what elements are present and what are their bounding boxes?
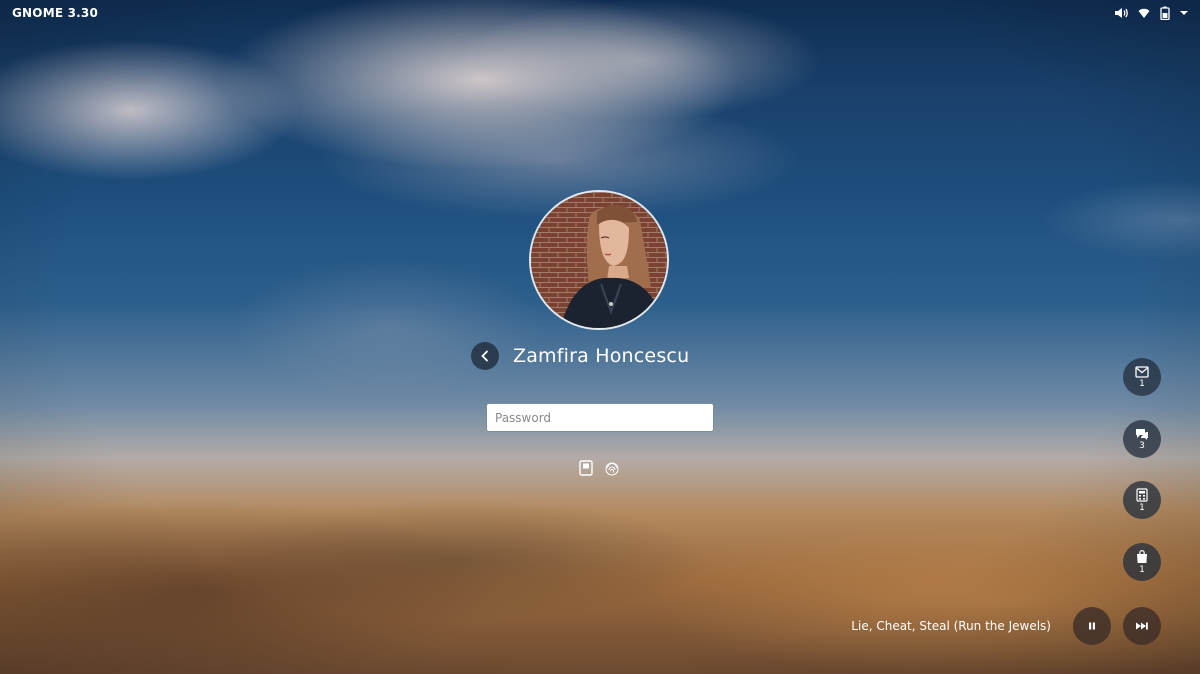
notification-count: 3 xyxy=(1139,440,1145,451)
lock-screen: GNOME 3.30 Zamfira Honcescu 1 3 1 1 Lie,… xyxy=(0,0,1200,674)
store-bag-icon xyxy=(1137,549,1147,563)
user-avatar-photo xyxy=(531,192,667,328)
track-title: Lie, Cheat, Steal (Run the Jewels) xyxy=(851,619,1051,633)
mail-icon xyxy=(1135,365,1149,378)
notification-count: 1 xyxy=(1139,378,1145,389)
top-bar: GNOME 3.30 xyxy=(0,0,1200,28)
notification-chat[interactable]: 3 xyxy=(1123,420,1161,458)
fingerprint-icon[interactable] xyxy=(605,461,619,480)
calculator-icon xyxy=(1136,487,1148,502)
battery-icon[interactable] xyxy=(1160,6,1170,20)
wifi-icon[interactable] xyxy=(1138,7,1150,19)
auth-methods xyxy=(579,460,619,480)
password-field[interactable] xyxy=(486,403,714,432)
system-status-area[interactable] xyxy=(1114,6,1188,20)
pause-button[interactable] xyxy=(1073,607,1111,645)
notification-store[interactable]: 1 xyxy=(1123,543,1161,581)
user-row: Zamfira Honcescu xyxy=(471,342,689,370)
media-controls: Lie, Cheat, Steal (Run the Jewels) xyxy=(851,607,1161,645)
notification-count: 1 xyxy=(1139,564,1145,575)
username-label: Zamfira Honcescu xyxy=(513,345,690,367)
pause-icon xyxy=(1089,622,1095,630)
avatar xyxy=(529,190,669,330)
back-button[interactable] xyxy=(471,342,499,370)
next-track-button[interactable] xyxy=(1123,607,1161,645)
background-vignette xyxy=(0,0,1200,674)
notification-mail[interactable]: 1 xyxy=(1123,358,1161,396)
topbar-title: GNOME 3.30 xyxy=(12,6,99,20)
smartcard-icon[interactable] xyxy=(579,460,593,480)
notification-count: 1 xyxy=(1139,502,1145,513)
chat-icon xyxy=(1136,428,1148,440)
notification-calculator[interactable]: 1 xyxy=(1123,481,1161,519)
volume-icon[interactable] xyxy=(1114,7,1128,19)
skip-forward-icon xyxy=(1136,622,1148,630)
system-menu-chevron-icon[interactable] xyxy=(1180,10,1188,16)
chevron-left-icon xyxy=(481,350,488,362)
